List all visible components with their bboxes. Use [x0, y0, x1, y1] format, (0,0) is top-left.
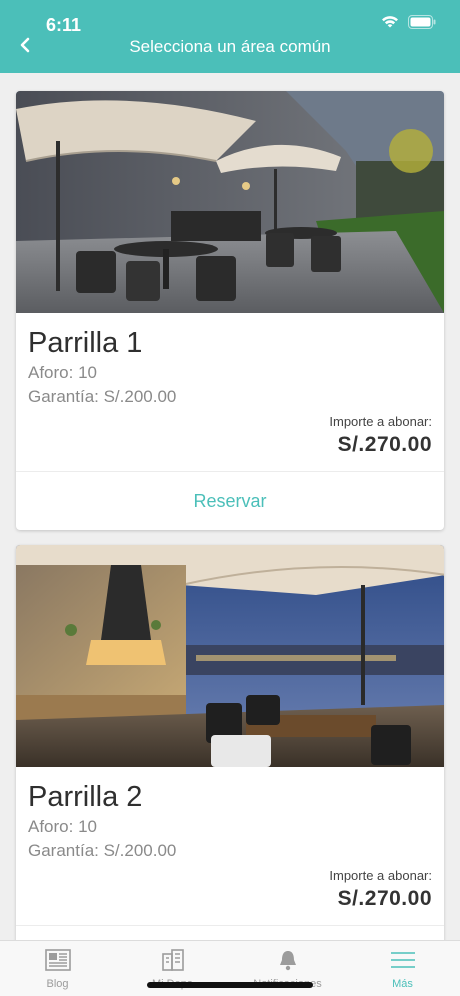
page-title: Selecciona un área común — [129, 37, 331, 56]
battery-icon — [408, 14, 436, 29]
area-name: Parrilla 2 — [28, 781, 143, 813]
area-deposit: Garantía: S/.200.00 — [28, 841, 177, 860]
tab-label: Blog — [46, 978, 69, 990]
menu-icon — [389, 948, 417, 975]
price-label: Importe a abonar: — [329, 414, 432, 429]
wifi-icon — [380, 14, 400, 29]
card-body: Parrilla 2 Aforo: 10 Garantía: S/.200.00… — [16, 767, 444, 913]
tab-mas[interactable]: Más — [345, 941, 460, 996]
price-block: Importe a abonar: S/.270.00 — [28, 867, 432, 913]
card-body: Parrilla 1 Aforo: 10 Garantía: S/.200.00… — [16, 313, 444, 459]
tab-bar: Blog Mi Depa Notificaciones Más — [0, 940, 460, 996]
area-name: Parrilla 1 — [28, 327, 143, 359]
area-deposit: Garantía: S/.200.00 — [28, 387, 177, 406]
price-value: S/.270.00 — [337, 887, 432, 910]
reserve-button[interactable]: Reservar — [16, 472, 444, 530]
app-header: 6:11 Selecciona un área común — [0, 0, 460, 73]
status-time: 6:11 — [46, 15, 82, 35]
area-photo — [16, 91, 444, 313]
building-icon — [159, 948, 187, 975]
area-photo — [16, 545, 444, 767]
area-card: Parrilla 2 Aforo: 10 Garantía: S/.200.00… — [16, 545, 444, 965]
area-capacity: Aforo: 10 — [28, 817, 97, 836]
area-card: Parrilla 1 Aforo: 10 Garantía: S/.200.00… — [16, 91, 444, 530]
price-block: Importe a abonar: S/.270.00 — [28, 413, 432, 459]
tab-label: Más — [392, 978, 413, 990]
status-icons — [380, 14, 436, 29]
bell-icon — [274, 948, 302, 975]
price-label: Importe a abonar: — [329, 868, 432, 883]
screen: 6:11 Selecciona un área común Parrilla 1… — [0, 0, 460, 996]
home-indicator — [147, 982, 313, 988]
area-capacity: Aforo: 10 — [28, 363, 97, 382]
price-value: S/.270.00 — [337, 433, 432, 456]
newspaper-icon — [44, 948, 72, 975]
tab-blog[interactable]: Blog — [0, 941, 115, 996]
